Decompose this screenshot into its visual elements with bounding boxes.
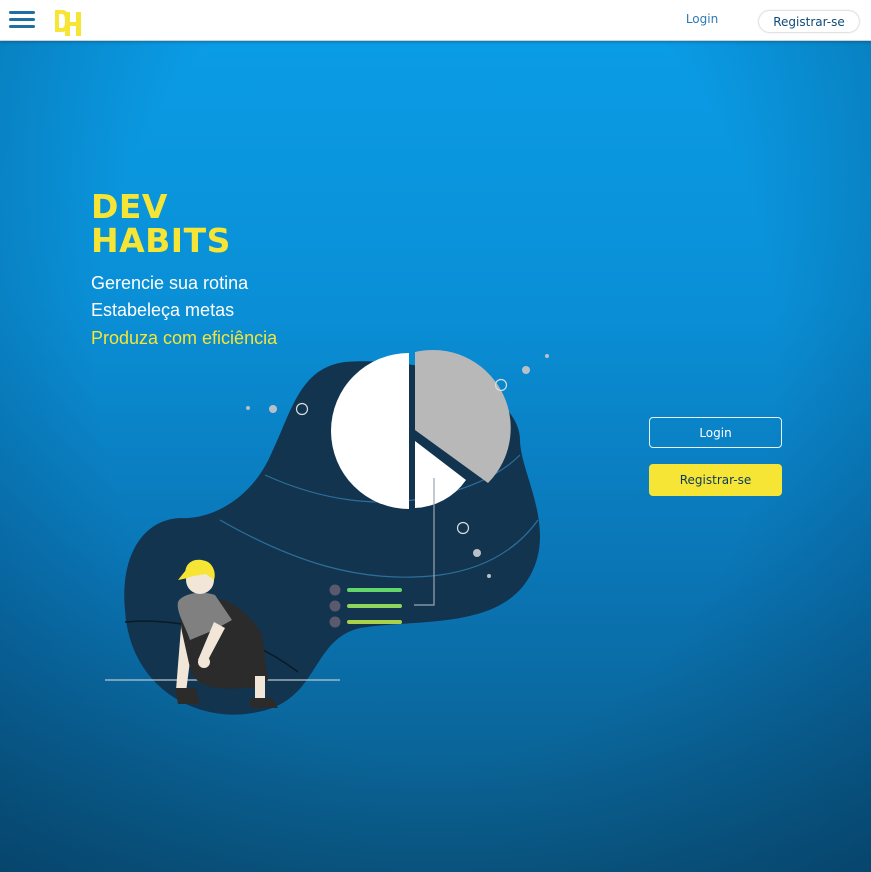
app-title: DEV HABITS [91,190,231,258]
tagline-routine: Gerencie sua rotina [91,273,249,293]
nav-register-button[interactable]: Registrar-se [759,11,859,32]
decor-dot [487,574,491,578]
decor-dot [246,406,250,410]
decor-dot [545,354,549,358]
title-line-habits: HABITS [91,221,231,260]
dh-logo-icon[interactable] [54,8,82,37]
tagline-goals: Estabeleça metas [91,300,235,320]
register-button[interactable]: Registrar-se [649,464,782,496]
decor-dot [269,405,277,413]
decor-dot [473,549,481,557]
title-line-dev: DEV [91,187,168,226]
decor-dot [522,366,530,374]
hero-illustration [105,349,549,715]
nav-login-link[interactable]: Login [672,12,732,26]
hamburger-menu-icon[interactable] [9,9,35,31]
login-button[interactable]: Login [649,417,782,448]
top-navbar: Login Registrar-se [0,0,871,41]
checklist-icon [329,584,402,628]
